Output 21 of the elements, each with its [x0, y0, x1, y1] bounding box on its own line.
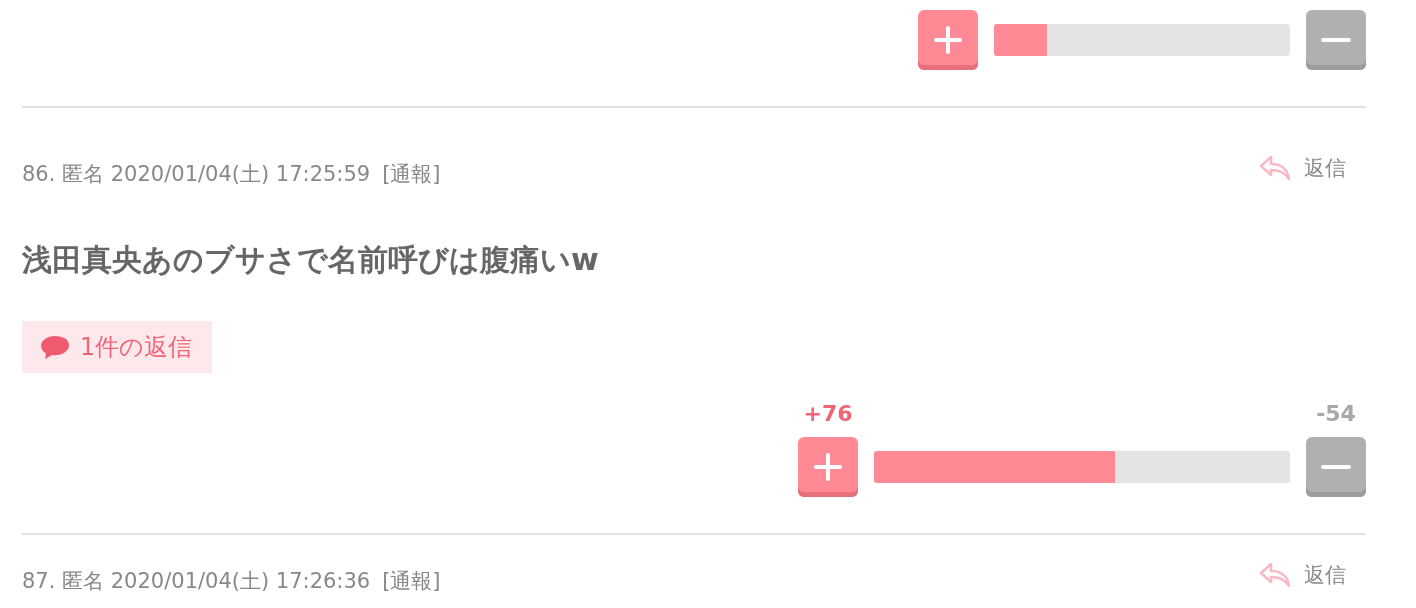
speech-bubble-icon [40, 334, 70, 360]
reply-count-badge[interactable]: 1件の返信 [22, 321, 213, 373]
reply-link[interactable]: 返信 [1258, 154, 1346, 182]
plus-vote-button[interactable] [918, 10, 978, 70]
report-link[interactable]: [通報] [382, 160, 441, 188]
minus-icon [1321, 464, 1351, 470]
minus-icon [1321, 37, 1351, 43]
plus-count: +76 [802, 401, 854, 427]
plus-icon [813, 452, 843, 482]
reply-arrow-icon [1258, 154, 1292, 182]
report-link[interactable]: [通報] [382, 567, 441, 595]
comment-text: 浅田真央あのブサさで名前呼びは腹痛いw [22, 241, 600, 279]
minus-count: -54 [1315, 401, 1357, 427]
plus-icon [933, 25, 963, 55]
comment-meta: 87. 匿名 2020/01/04(土) 17:26:36 [22, 568, 371, 595]
plus-vote-button[interactable] [798, 437, 858, 497]
minus-vote-button[interactable] [1306, 437, 1366, 497]
minus-vote-button[interactable] [1306, 10, 1366, 70]
comment-meta: 86. 匿名 2020/01/04(土) 17:25:59 [22, 161, 371, 188]
reply-arrow-icon [1258, 561, 1292, 589]
reply-link[interactable]: 返信 [1258, 561, 1346, 589]
